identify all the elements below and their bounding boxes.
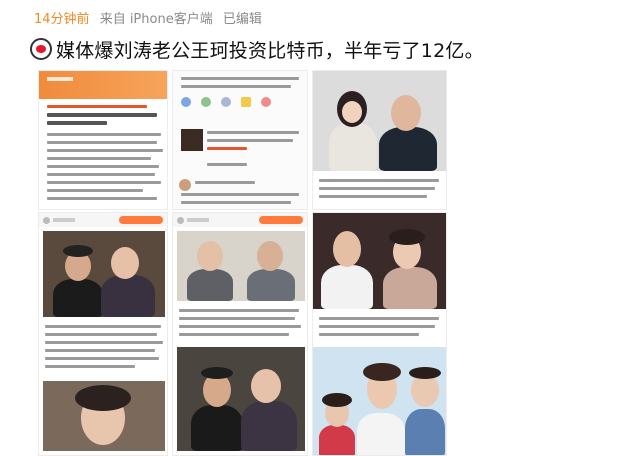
- person-figure: [101, 275, 155, 317]
- post-header-bar: [39, 213, 167, 227]
- person-figure: [53, 279, 103, 317]
- avatar: [179, 179, 191, 191]
- person-figure: [247, 269, 295, 301]
- person-figure: [197, 241, 223, 271]
- reaction-icon: [221, 97, 231, 107]
- person-figure: [391, 95, 421, 131]
- photo-caption-line: [179, 309, 299, 312]
- person-figure: [111, 247, 139, 279]
- photo-caption-line: [45, 341, 163, 344]
- comment-meta-line: [207, 163, 247, 166]
- person-figure: [321, 265, 373, 309]
- person-figure: [333, 231, 361, 267]
- photo-caption-line: [45, 333, 157, 336]
- photo-caption-line: [319, 317, 439, 320]
- grid-image-1[interactable]: [38, 70, 168, 210]
- reaction-icon: [201, 97, 211, 107]
- post-meta: 14分钟前 来自 iPhone客户端 已编辑: [34, 8, 268, 30]
- photo-couple: [177, 347, 305, 451]
- person-figure: [363, 363, 401, 381]
- article-title-line: [47, 121, 107, 125]
- article-text-line: [47, 141, 157, 144]
- person-figure: [75, 385, 131, 411]
- reaction-icon: [181, 97, 191, 107]
- comment-author-line: [195, 181, 255, 184]
- person-figure: [383, 267, 437, 309]
- comment-text-line: [181, 193, 299, 196]
- grid-image-5[interactable]: [172, 212, 308, 456]
- photo-caption-line: [179, 317, 295, 320]
- grid-image-3[interactable]: [312, 70, 447, 210]
- person-figure: [63, 245, 93, 257]
- person-figure: [342, 101, 362, 123]
- comment-text-line: [181, 201, 291, 204]
- edited-label[interactable]: 已编辑: [223, 12, 262, 27]
- photo-caption-line: [179, 325, 301, 328]
- photo-couple: [313, 71, 446, 171]
- comment-thumbnail: [181, 129, 203, 151]
- reaction-bar: [181, 97, 301, 109]
- photo-family: [313, 347, 446, 455]
- person-figure: [405, 409, 445, 455]
- post-title: 媒体爆刘涛老公王珂投资比特币，半年亏了12亿。: [56, 39, 484, 62]
- comment-text-line: [207, 131, 299, 134]
- article-text-line: [47, 149, 163, 152]
- article-title-line: [47, 105, 147, 108]
- post-header-bar: [173, 213, 307, 227]
- article-text-line: [47, 189, 143, 192]
- person-figure: [329, 123, 377, 171]
- article-text-line: [47, 173, 155, 176]
- comment-text-line: [181, 85, 291, 88]
- person-figure: [241, 401, 297, 451]
- article-text-line: [47, 197, 157, 200]
- weibo-logo-icon: [30, 38, 52, 60]
- person-figure: [191, 405, 243, 451]
- article-title-line: [47, 113, 157, 117]
- person-figure: [319, 425, 355, 455]
- photo-couple: [313, 213, 446, 309]
- article-text-line: [47, 181, 161, 184]
- post-headline: 媒体爆刘涛老公王珂投资比特币，半年亏了12亿。: [30, 34, 484, 64]
- photo-caption-line: [179, 333, 289, 336]
- person-figure: [251, 369, 281, 403]
- person-figure: [409, 367, 441, 379]
- comment-text-line: [181, 77, 299, 80]
- person-figure: [379, 127, 437, 171]
- post-time[interactable]: 14分钟前: [34, 12, 90, 27]
- grid-image-6[interactable]: [312, 212, 447, 456]
- photo-couple: [43, 231, 165, 317]
- person-figure: [187, 269, 233, 301]
- person-figure: [357, 413, 405, 455]
- photo-portrait: [43, 381, 165, 451]
- article-text-line: [47, 157, 151, 160]
- weibo-post: 14分钟前 来自 iPhone客户端 已编辑 媒体爆刘涛老公王珂投资比特币，半年…: [0, 0, 628, 456]
- person-figure: [201, 367, 233, 379]
- photo-caption-line: [319, 195, 427, 198]
- photo-caption-line: [319, 179, 439, 182]
- article-text-line: [47, 165, 159, 168]
- person-figure: [389, 229, 425, 245]
- reaction-icon: [261, 97, 271, 107]
- post-source[interactable]: 来自 iPhone客户端: [100, 12, 213, 27]
- photo-two-people: [177, 231, 305, 301]
- photo-caption-line: [319, 325, 435, 328]
- image-grid: [30, 70, 450, 456]
- comment-text-line: [207, 139, 293, 142]
- photo-caption-line: [45, 325, 161, 328]
- photo-caption-line: [45, 357, 159, 360]
- comment-text-line: [207, 147, 247, 150]
- star-icon: [241, 97, 251, 107]
- photo-caption-line: [45, 349, 155, 352]
- person-figure: [257, 241, 283, 271]
- article-text-line: [47, 133, 161, 136]
- grid-image-2[interactable]: [172, 70, 308, 210]
- person-figure: [322, 393, 352, 407]
- grid-image-4[interactable]: [38, 212, 168, 456]
- photo-caption-line: [319, 187, 435, 190]
- article-header-banner: [39, 71, 167, 99]
- photo-caption-line: [45, 365, 135, 368]
- photo-caption-line: [319, 333, 419, 336]
